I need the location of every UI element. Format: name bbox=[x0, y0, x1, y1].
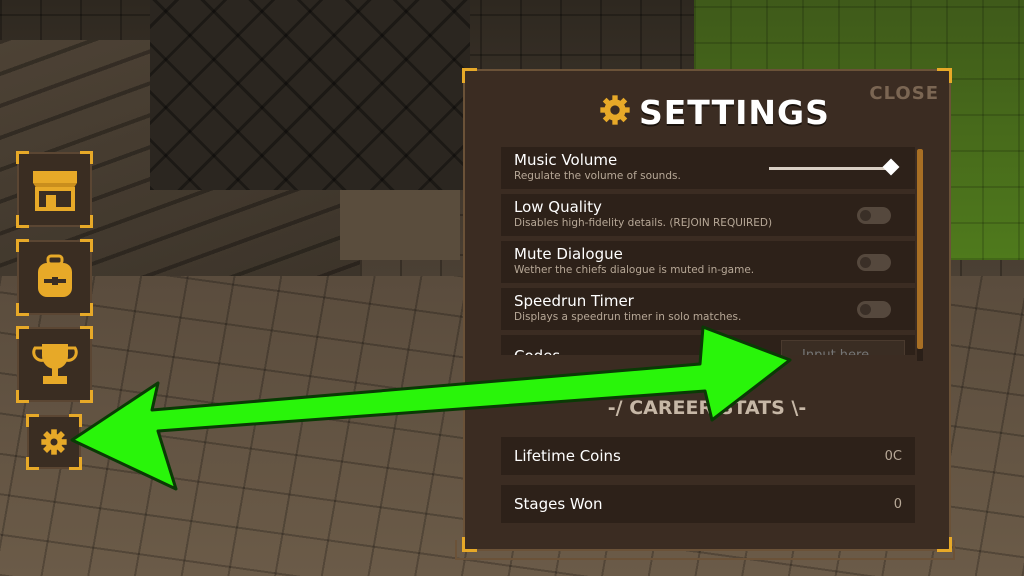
career-stats-title: -/ CAREER STATS \- bbox=[607, 397, 807, 419]
backpack-button[interactable] bbox=[16, 239, 93, 316]
settings-panel: SETTINGS CLOSE Music Volume Regulate the… bbox=[462, 68, 952, 552]
settings-title-text: SETTINGS bbox=[639, 92, 830, 132]
slider-thumb[interactable] bbox=[882, 158, 900, 176]
settings-title: SETTINGS bbox=[597, 91, 830, 133]
music-volume-slider[interactable] bbox=[769, 158, 900, 176]
gear-icon bbox=[597, 92, 633, 132]
mute-dialogue-toggle[interactable] bbox=[857, 254, 891, 271]
settings-list[interactable]: Music Volume Regulate the volume of soun… bbox=[501, 147, 915, 355]
dark-wall-blocks bbox=[150, 0, 470, 190]
scrollbar-thumb[interactable] bbox=[917, 149, 923, 349]
settings-button[interactable] bbox=[26, 414, 82, 470]
setting-description: Wether the chiefs dialogue is muted in-g… bbox=[514, 264, 755, 276]
shop-button[interactable] bbox=[16, 151, 93, 228]
gear-icon bbox=[41, 429, 67, 455]
setting-row-codes: Codes bbox=[501, 335, 915, 355]
stat-label: Stages Won bbox=[514, 495, 603, 513]
low-quality-toggle[interactable] bbox=[857, 207, 891, 224]
shop-icon bbox=[32, 170, 77, 211]
stat-value: 0C bbox=[884, 448, 902, 464]
setting-row-speedrun-timer: Speedrun Timer Displays a speedrun timer… bbox=[501, 288, 915, 330]
settings-scrollbar[interactable] bbox=[917, 149, 923, 361]
setting-row-mute-dialogue: Mute Dialogue Wether the chiefs dialogue… bbox=[501, 241, 915, 283]
setting-description: Disables high-fidelity details. (REJOIN … bbox=[514, 217, 773, 229]
backpack-icon bbox=[37, 254, 72, 297]
setting-description: Displays a speedrun timer in solo matche… bbox=[514, 311, 742, 323]
codes-input[interactable] bbox=[781, 340, 905, 355]
stat-label: Lifetime Coins bbox=[514, 447, 621, 465]
setting-label: Low Quality bbox=[514, 198, 602, 216]
setting-row-music-volume: Music Volume Regulate the volume of soun… bbox=[501, 147, 915, 189]
trophy-button[interactable] bbox=[16, 326, 93, 403]
stat-value: 0 bbox=[893, 496, 902, 512]
speedrun-timer-toggle[interactable] bbox=[857, 301, 891, 318]
slider-track[interactable] bbox=[769, 167, 889, 170]
dirt-block bbox=[340, 190, 460, 260]
stat-row-stages-won: Stages Won 0 bbox=[501, 485, 915, 523]
setting-label: Mute Dialogue bbox=[514, 245, 623, 263]
stat-row-lifetime-coins: Lifetime Coins 0C bbox=[501, 437, 915, 475]
setting-label: Speedrun Timer bbox=[514, 292, 634, 310]
setting-row-low-quality: Low Quality Disables high-fidelity detai… bbox=[501, 194, 915, 236]
trophy-icon bbox=[31, 343, 78, 384]
close-button[interactable]: CLOSE bbox=[869, 83, 939, 104]
